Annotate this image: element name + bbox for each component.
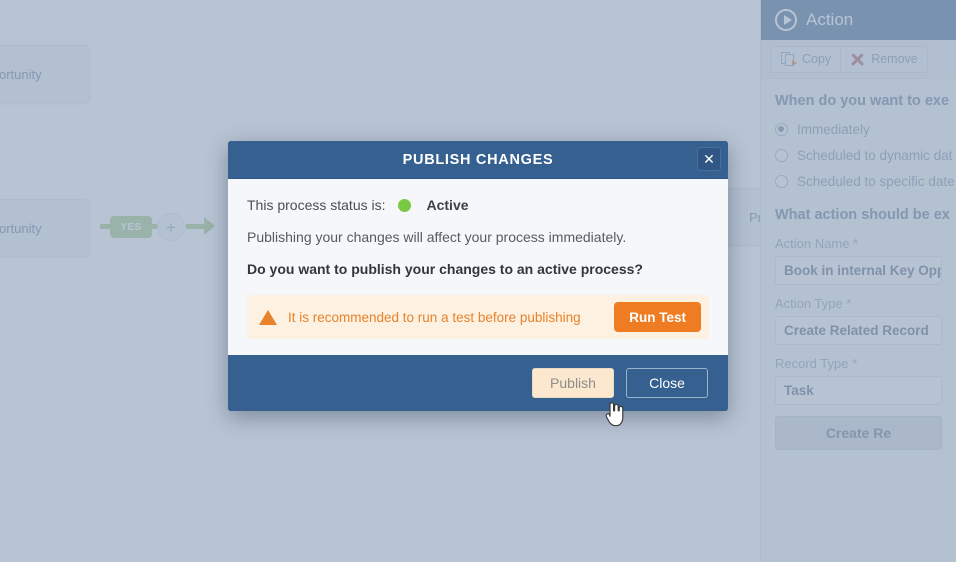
- dialog-info-text: Publishing your changes will affect your…: [247, 229, 627, 245]
- dialog-title-bar: PUBLISH CHANGES ✕: [228, 141, 728, 178]
- dialog-title: PUBLISH CHANGES: [402, 151, 554, 168]
- dialog-footer: Publish Close: [228, 355, 728, 411]
- close-button[interactable]: Close: [626, 368, 708, 398]
- recommendation-banner: It is recommended to run a test before p…: [247, 295, 709, 339]
- process-status-line: This process status is: Active: [247, 197, 709, 213]
- publish-changes-dialog: PUBLISH CHANGES ✕ This process status is…: [228, 141, 728, 411]
- status-prefix-label: This process status is:: [247, 197, 386, 213]
- close-icon[interactable]: ✕: [697, 147, 721, 171]
- run-test-button[interactable]: Run Test: [614, 302, 701, 332]
- app-root: ortunity ortunity Prim YES + Action Copy: [0, 0, 956, 562]
- status-badge: [397, 198, 411, 212]
- dialog-question-text: Do you want to publish your changes to a…: [247, 261, 643, 277]
- warning-triangle-icon: [259, 309, 283, 334]
- publish-button[interactable]: Publish: [532, 368, 614, 398]
- dialog-body: This process status is: Active Publishin…: [228, 178, 728, 355]
- recommendation-text: It is recommended to run a test before p…: [288, 309, 581, 325]
- status-value-label: Active: [426, 197, 469, 213]
